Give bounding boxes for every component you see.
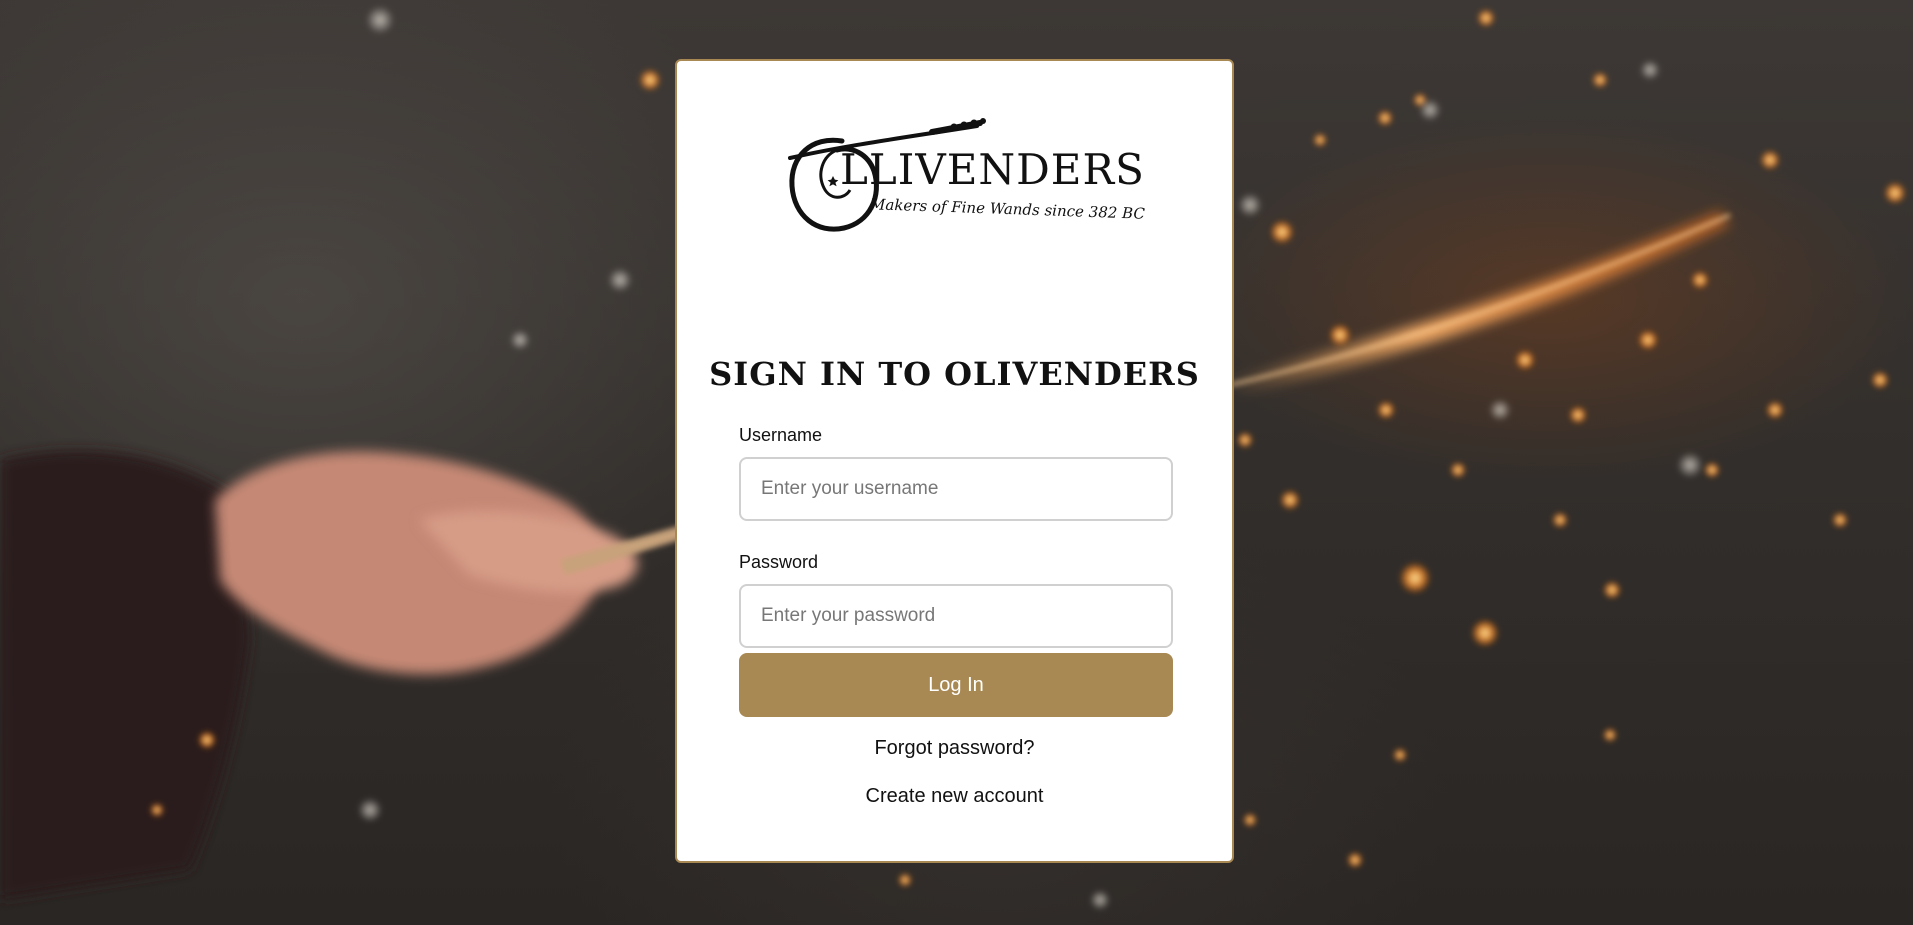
- password-input[interactable]: [739, 584, 1173, 648]
- page-title: SIGN IN TO OLIVENDERS: [709, 355, 1200, 393]
- create-account-link[interactable]: Create new account: [677, 785, 1232, 808]
- forgot-password-link[interactable]: Forgot password?: [677, 737, 1232, 760]
- logo-wordmark: LLIVENDERS: [840, 145, 1145, 194]
- username-input[interactable]: [739, 457, 1173, 521]
- login-button[interactable]: Log In: [739, 653, 1173, 717]
- ollivanders-logo: LLIVENDERS Makers of Fine Wands since 38…: [782, 116, 1145, 246]
- password-label: Password: [739, 552, 819, 572]
- login-card: LLIVENDERS Makers of Fine Wands since 38…: [675, 59, 1234, 863]
- username-label: Username: [739, 425, 823, 445]
